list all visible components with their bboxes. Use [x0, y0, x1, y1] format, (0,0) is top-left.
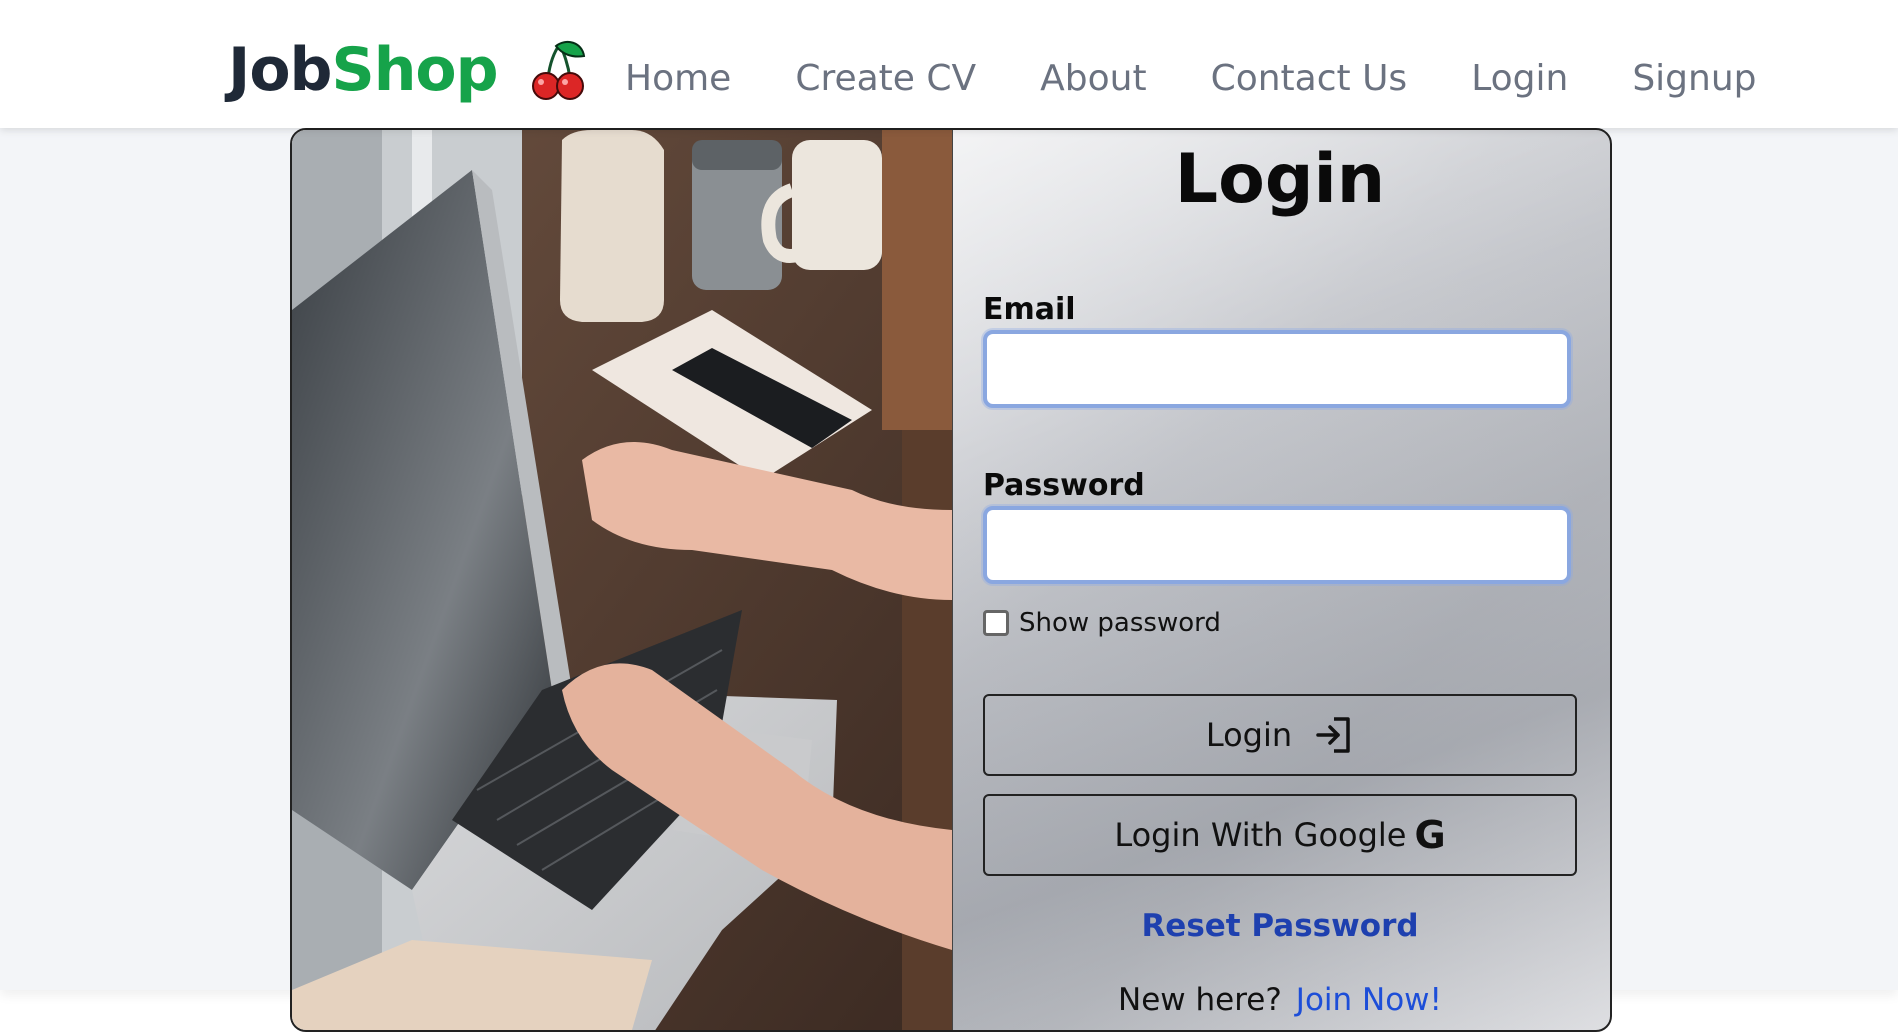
nav-links: Home Create CV About Contact Us Login Si… [625, 58, 1821, 99]
brand-name-part2: Shop [331, 35, 499, 105]
reset-password-link[interactable]: Reset Password [952, 908, 1608, 944]
cherry-icon [526, 38, 590, 102]
nav-link-home[interactable]: Home [625, 58, 731, 99]
new-here-text: New here? [1118, 982, 1282, 1018]
login-with-google-button[interactable]: Login With Google G [983, 794, 1577, 876]
laptop-photo [292, 130, 953, 1030]
nav-link-login[interactable]: Login [1471, 58, 1568, 99]
join-now-link[interactable]: Join Now! [1296, 982, 1442, 1018]
login-button[interactable]: Login [983, 694, 1577, 776]
google-g-icon: G [1414, 813, 1446, 857]
show-password-toggle[interactable]: Show password [983, 608, 1221, 638]
nav-link-about[interactable]: About [1040, 58, 1146, 99]
login-button-label: Login [1205, 716, 1293, 754]
login-card: Login Email Password Show password Login… [290, 128, 1612, 1032]
show-password-checkbox[interactable] [983, 610, 1009, 636]
email-input[interactable] [983, 330, 1571, 408]
nav-link-contact-us[interactable]: Contact Us [1211, 58, 1408, 99]
signup-prompt: New here? Join Now! [952, 982, 1608, 1018]
sign-in-icon [1314, 715, 1354, 755]
show-password-label: Show password [1019, 608, 1221, 638]
login-form: Login Email Password Show password Login… [952, 130, 1608, 1030]
nav-link-signup[interactable]: Signup [1632, 58, 1756, 99]
email-label: Email [983, 292, 1076, 327]
navbar: Job Shop Home Create CV About Contact Us … [0, 0, 1898, 128]
brand-logo[interactable]: Job Shop [228, 30, 590, 110]
brand-name-part1: Job [228, 35, 332, 105]
login-title: Login [1174, 140, 1386, 219]
password-label: Password [983, 468, 1145, 503]
nav-link-create-cv[interactable]: Create CV [795, 58, 976, 99]
google-button-label: Login With Google [1114, 816, 1407, 854]
password-input[interactable] [983, 506, 1571, 584]
